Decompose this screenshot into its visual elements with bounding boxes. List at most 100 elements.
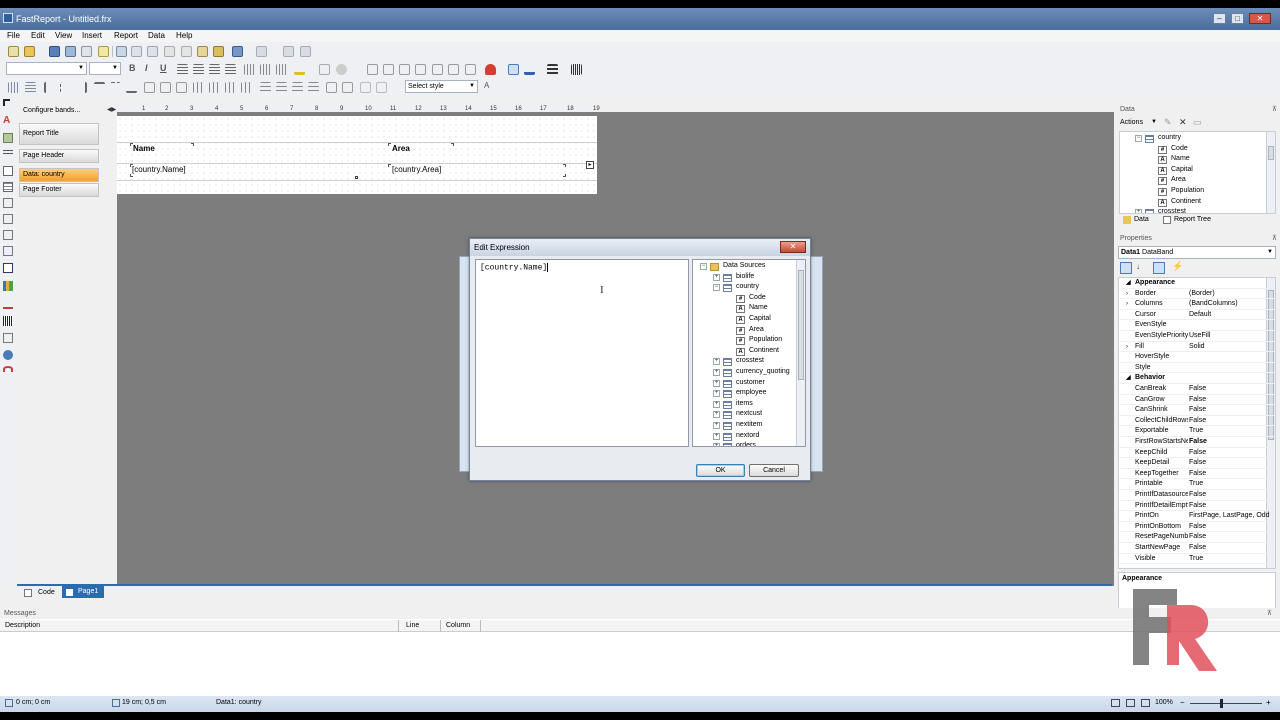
zipcode-object-icon[interactable]	[3, 333, 13, 343]
tree-expander[interactable]: −	[1135, 135, 1142, 142]
property-value[interactable]: Default	[1189, 310, 1211, 320]
property-value[interactable]: False	[1189, 501, 1206, 511]
decrease-hspace-icon[interactable]	[225, 82, 236, 93]
column-column[interactable]: Column	[446, 620, 470, 632]
data-name-text[interactable]: [country.Name]	[132, 165, 186, 174]
tab-code[interactable]: Code	[38, 589, 55, 596]
configure-bands-button[interactable]: Configure bands...	[23, 107, 80, 114]
property-row[interactable]: PrintOnBottom False	[1119, 522, 1275, 533]
save-all-icon[interactable]	[65, 46, 76, 57]
font-size-combo[interactable]: ▼	[89, 62, 121, 75]
tree-expander[interactable]: +	[713, 443, 720, 446]
zoom-out-icon[interactable]: −	[1180, 698, 1185, 707]
cancel-button[interactable]: Cancel	[749, 464, 799, 477]
align-left-icon[interactable]	[177, 64, 188, 75]
band-page-header[interactable]: Page Header	[19, 149, 99, 163]
band-object-icon[interactable]	[3, 150, 13, 154]
data-area-text[interactable]: [country.Area]	[392, 165, 441, 174]
align-right-icon[interactable]	[209, 64, 220, 75]
increase-vspace-icon[interactable]	[276, 82, 287, 93]
expand-icon[interactable]: ›	[1126, 342, 1128, 352]
property-value[interactable]: UseFill	[1189, 331, 1210, 341]
shadow-icon[interactable]	[508, 64, 519, 75]
property-row[interactable]: KeepChild False	[1119, 448, 1275, 459]
property-row[interactable]: › Fill Solid	[1119, 342, 1275, 353]
center-vertically-icon[interactable]	[342, 82, 353, 93]
remove-hspace-icon[interactable]	[241, 82, 252, 93]
tab-report-tree[interactable]: Report Tree	[1174, 216, 1211, 223]
highlight-icon[interactable]	[336, 64, 347, 75]
property-value[interactable]: False	[1189, 405, 1206, 415]
map-object-icon[interactable]	[3, 350, 13, 360]
tree-expander[interactable]: +	[713, 273, 720, 281]
property-row[interactable]: ResetPageNumberFalse	[1119, 532, 1275, 543]
tree-expander[interactable]: +	[713, 379, 720, 387]
tree-node[interactable]: Name	[749, 304, 768, 311]
tree-expander[interactable]: +	[713, 369, 720, 376]
tree-node[interactable]: Population	[1171, 187, 1204, 194]
tab-data[interactable]: Data	[1134, 216, 1149, 223]
pin-icon[interactable]: ⊼	[1272, 104, 1277, 115]
menu-report[interactable]: Report	[114, 31, 138, 40]
align-centers-icon[interactable]	[60, 82, 71, 93]
expand-icon[interactable]: ›	[1126, 299, 1128, 309]
tree-node[interactable]: Name	[1171, 155, 1190, 162]
menu-data[interactable]: Data	[148, 31, 165, 40]
data-sources-tree[interactable]: − Data Sources + biolife − country # Code A Name A…	[692, 259, 806, 447]
valign-middle-icon[interactable]	[260, 64, 271, 75]
cellular-text-icon[interactable]	[3, 214, 13, 224]
property-row[interactable]: PrintIfDetailEmpty False	[1119, 501, 1275, 512]
property-value[interactable]: (Border)	[1189, 289, 1215, 299]
pin-icon[interactable]: ⊼	[1267, 608, 1272, 619]
expression-editor[interactable]: [country.Name] I	[475, 259, 689, 447]
group-icon[interactable]	[283, 46, 294, 57]
property-row[interactable]: HoverStyle	[1119, 352, 1275, 363]
tree-node[interactable]: orders	[736, 442, 756, 446]
resize-handle[interactable]	[355, 176, 358, 179]
style-combo[interactable]: Select style ▼	[405, 80, 478, 93]
delete-page-icon[interactable]	[147, 46, 158, 57]
border-bottom-icon[interactable]	[432, 64, 443, 75]
expand-icon[interactable]: ◢	[1126, 373, 1131, 383]
property-value[interactable]: False	[1189, 469, 1206, 479]
matrix-object-icon[interactable]	[3, 198, 13, 208]
property-row[interactable]: EvenStylePriority UseFill	[1119, 331, 1275, 342]
tree-node[interactable]: items	[736, 400, 753, 407]
menu-help[interactable]: Help	[176, 31, 192, 40]
align-center-icon[interactable]	[193, 64, 204, 75]
line-object-icon[interactable]	[3, 299, 13, 309]
property-row[interactable]: FirstRowStartsNewPageFalse	[1119, 437, 1275, 448]
property-value[interactable]: False	[1189, 448, 1206, 458]
band-data-country[interactable]: Data: country	[19, 168, 99, 182]
property-value[interactable]: False	[1189, 384, 1206, 394]
edit-icon[interactable]: ✎	[1164, 117, 1172, 128]
header-area-text[interactable]: Area	[392, 144, 410, 153]
property-row[interactable]: › Columns (BandColumns)	[1119, 299, 1275, 310]
open-icon[interactable]	[24, 46, 35, 57]
copy-icon[interactable]	[181, 46, 192, 57]
remove-vspace-icon[interactable]	[308, 82, 319, 93]
property-value[interactable]: False	[1189, 458, 1206, 468]
save-icon[interactable]	[49, 46, 60, 57]
property-value[interactable]: False	[1189, 416, 1206, 426]
justify-icon[interactable]	[225, 64, 236, 75]
delete-icon[interactable]: ✕	[1179, 117, 1187, 128]
column-line[interactable]: Line	[406, 620, 419, 632]
tree-scrollbar[interactable]	[796, 260, 805, 446]
send-to-back-icon[interactable]	[376, 82, 387, 93]
tree-node[interactable]: Data Sources	[723, 262, 765, 269]
property-row[interactable]: Exportable True	[1119, 426, 1275, 437]
table-object-icon[interactable]	[3, 182, 13, 192]
property-row[interactable]: KeepDetail False	[1119, 458, 1275, 469]
tree-node[interactable]: nextcust	[736, 410, 762, 417]
space-horizontal-icon[interactable]	[193, 82, 204, 93]
property-value[interactable]: False	[1189, 490, 1206, 500]
property-row[interactable]: Style	[1119, 363, 1275, 374]
align-rights-icon[interactable]	[76, 82, 87, 93]
property-category[interactable]: ◢ Behavior	[1119, 373, 1275, 384]
property-value[interactable]: True	[1189, 554, 1203, 564]
increase-hspace-icon[interactable]	[209, 82, 220, 93]
format-painter-icon[interactable]	[213, 46, 224, 57]
close-window-button[interactable]: ✕	[1249, 13, 1271, 24]
align-lefts-icon[interactable]	[44, 82, 55, 93]
